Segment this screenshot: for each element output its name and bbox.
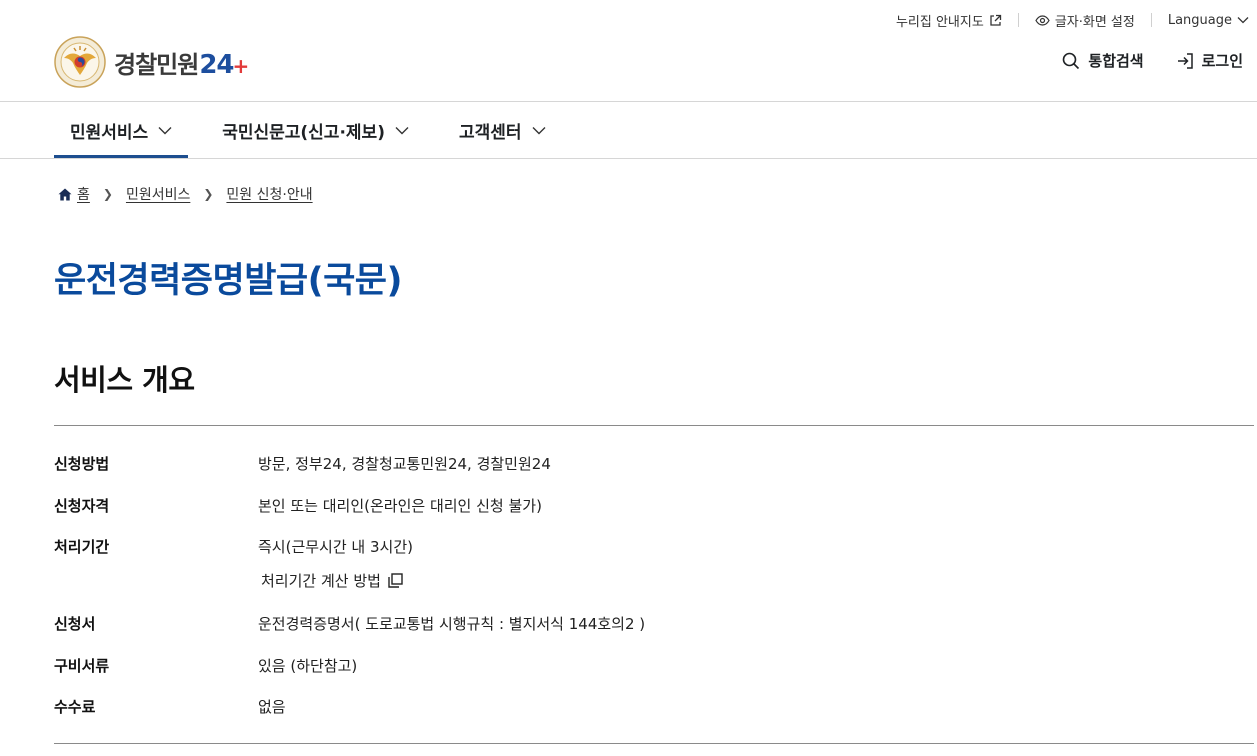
search-label: 통합검색 [1088,52,1144,70]
chevron-down-icon [1237,17,1249,24]
overview-value: 즉시(근무시간 내 3시간) [258,538,413,556]
nav-divider [0,158,1257,159]
police-emblem-icon [54,36,106,88]
chevron-down-icon [395,126,409,134]
overview-value: 운전경력증명서( 도로교통법 시행규칙 : 별지서식 144호의2 ) [258,615,646,633]
calc-link-label: 처리기간 계산 방법 [261,572,381,590]
login-button[interactable]: 로그인 [1176,50,1243,71]
breadcrumb-level2[interactable]: 민원 신청·안내 [226,184,312,204]
language-label: Language [1167,12,1232,28]
overview-label: 처리기간 [54,538,110,556]
eye-settings-icon [1035,14,1050,26]
utility-bar: 누리집 안내지도 글자·화면 설정 Language [896,0,1257,40]
nav-item-label: 국민신문고(신고·제보) [222,122,385,143]
logo-number: 24 [199,49,234,80]
utility-divider [1017,13,1019,27]
search-button[interactable]: 통합검색 [1062,50,1144,71]
chevron-right-icon: ❯ [203,187,214,201]
overview-label: 신청서 [54,615,96,633]
chevron-down-icon [158,126,172,134]
display-settings-label: 글자·화면 설정 [1054,14,1135,30]
nav-item-sinmungo[interactable]: 국민신문고(신고·제보) [206,102,425,158]
nav-item-customer-center[interactable]: 고객센터 [443,102,562,158]
overview-value: 방문, 정부24, 경찰청교통민원24, 경찰민원24 [258,455,551,473]
search-icon [1063,52,1080,69]
section-title: 서비스 개요 [54,363,195,397]
sitemap-link[interactable]: 누리집 안내지도 [896,11,1002,30]
popup-window-icon [388,573,403,588]
sitemap-label: 누리집 안내지도 [895,14,984,30]
breadcrumb: 홈 ❯ 민원서비스 ❯ 민원 신청·안내 [58,184,313,204]
overview-label: 구비서류 [54,657,110,675]
overview-table-bottom-border [54,743,1254,744]
overview-value: 있음 (하단참고) [258,657,358,675]
site-logo[interactable]: 경찰민원 24 + [54,36,250,88]
login-icon [1177,52,1193,69]
display-settings-link[interactable]: 글자·화면 설정 [1035,11,1135,30]
overview-value: 없음 [258,698,286,716]
chevron-down-icon [532,126,546,134]
logo-plus-mark: + [232,53,250,78]
overview-table-top-border [54,425,1254,426]
breadcrumb-home[interactable]: 홈 [77,184,90,204]
header-actions: 통합검색 로그인 [1062,50,1243,71]
language-select[interactable]: Language [1168,13,1249,28]
processing-time-calc-link[interactable]: 처리기간 계산 방법 [261,570,403,591]
logo-text: 경찰민원 [114,50,199,79]
chevron-right-icon: ❯ [102,187,113,201]
page-title: 운전경력증명발급(국문) [54,261,403,301]
nav-item-label: 고객센터 [458,122,522,143]
nav-item-label: 민원서비스 [70,122,149,143]
nav-item-civil-service[interactable]: 민원서비스 [54,102,189,159]
overview-value: 본인 또는 대리인(온라인은 대리인 신청 불가) [258,497,542,515]
home-icon [58,188,72,200]
login-label: 로그인 [1201,52,1243,70]
overview-label: 신청자격 [54,497,110,515]
utility-divider [1150,13,1152,27]
breadcrumb-level1[interactable]: 민원서비스 [126,184,190,204]
overview-label: 수수료 [54,698,96,716]
overview-label: 신청방법 [54,455,110,473]
external-link-icon [990,14,1001,26]
main-nav: 민원서비스 국민신문고(신고·제보) 고객센터 [54,102,580,159]
